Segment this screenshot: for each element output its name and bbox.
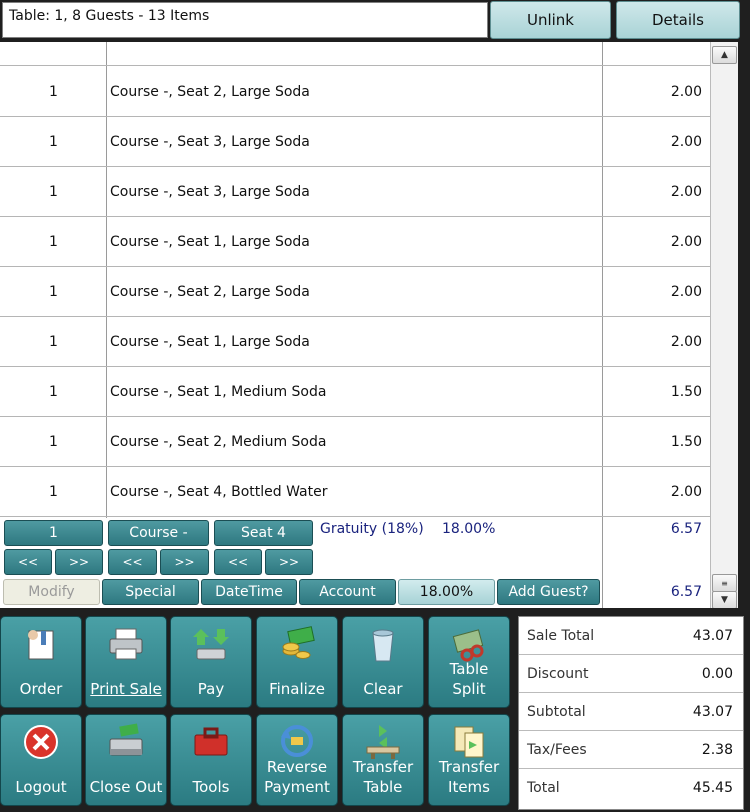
transfer-table-button[interactable]: Transfer Table	[342, 714, 424, 806]
gratuity-percent: 18.00%	[442, 521, 496, 537]
item-qty: 1	[49, 283, 58, 300]
item-description: Course -, Seat 1, Large Soda	[110, 233, 310, 250]
list-item[interactable]: 1 Course -, Seat 1, Medium Soda 1.50	[0, 367, 710, 417]
clear-button[interactable]: Clear	[342, 616, 424, 708]
list-item[interactable]: 1 Course -, Seat 3, Large Soda 2.00	[0, 167, 710, 217]
pay-button[interactable]: Pay	[170, 616, 252, 708]
account-button[interactable]: Account	[299, 579, 396, 605]
add-guest-button[interactable]: Add Guest?	[497, 579, 600, 605]
item-description: Course -, Seat 2, Large Soda	[110, 283, 310, 300]
item-qty: 1	[49, 483, 58, 500]
transfer-items-button[interactable]: Transfer Items	[428, 714, 510, 806]
scroll-gutter	[738, 42, 750, 608]
transfer-table-icon	[366, 725, 400, 759]
special-button[interactable]: Special	[102, 579, 199, 605]
trash-icon	[372, 629, 394, 662]
list-scrollbar[interactable]: ▲ ≡ ▼	[710, 42, 738, 609]
item-price: 2.00	[670, 83, 702, 100]
table-title: Table: 1, 8 Guests - 13 Items	[2, 2, 488, 38]
print-sale-button[interactable]: Print Sale	[85, 616, 167, 708]
subtotal-row: Subtotal 43.07	[519, 693, 743, 731]
list-item[interactable]: 1 Course -, Seat 3, Large Soda 2.00	[0, 117, 710, 167]
item-price: 2.00	[670, 483, 702, 500]
list-item[interactable]: 1 Course -, Seat 4, Bottled Water 2.00	[0, 467, 710, 517]
seat-selector[interactable]: Seat 4	[214, 520, 313, 546]
column-divider	[602, 518, 603, 608]
qty-selector[interactable]: 1	[4, 520, 103, 546]
details-button[interactable]: Details	[616, 1, 740, 39]
item-qty: 1	[49, 83, 58, 100]
item-qty: 1	[49, 333, 58, 350]
sale-total-row: Sale Total 43.07	[519, 617, 743, 655]
top-bar: Table: 1, 8 Guests - 13 Items Unlink Det…	[0, 0, 750, 42]
order-icon	[28, 630, 54, 660]
tax-row: Tax/Fees 2.38	[519, 731, 743, 769]
reverse-payment-button[interactable]: Reverse Payment	[256, 714, 338, 806]
close-out-button[interactable]: Close Out	[85, 714, 167, 806]
course-prev-button[interactable]: <<	[108, 549, 157, 575]
discount-row: Discount 0.00	[519, 655, 743, 693]
scroll-up-icon[interactable]: ▲	[712, 46, 737, 64]
pay-icon	[193, 629, 229, 660]
seat-next-button[interactable]: >>	[265, 549, 313, 575]
list-item-partial	[0, 42, 710, 66]
list-item[interactable]: 1 Course -, Seat 2, Medium Soda 1.50	[0, 417, 710, 467]
action-panel: Order Print Sale Pay Finalize Clear Tabl…	[0, 608, 750, 812]
modify-button[interactable]: Modify	[3, 579, 100, 605]
item-price: 2.00	[670, 133, 702, 150]
course-selector[interactable]: Course -	[108, 520, 209, 546]
total-row: Total 45.45	[527, 780, 733, 796]
item-price: 1.50	[670, 383, 702, 400]
scissors-icon	[452, 629, 484, 662]
qty-increase-button[interactable]: >>	[55, 549, 103, 575]
item-price: 2.00	[670, 183, 702, 200]
gratuity-percent-button[interactable]: 18.00%	[398, 579, 495, 605]
item-price: 1.50	[670, 433, 702, 450]
item-qty: 1	[49, 383, 58, 400]
list-item[interactable]: 1 Course -, Seat 2, Large Soda 2.00	[0, 267, 710, 317]
money-icon	[282, 626, 315, 659]
footer-amount: 6.57	[670, 584, 702, 600]
item-price: 2.00	[670, 333, 702, 350]
seat-prev-button[interactable]: <<	[214, 549, 262, 575]
list-item[interactable]: 1 Course -, Seat 1, Large Soda 2.00	[0, 217, 710, 267]
qty-decrease-button[interactable]: <<	[4, 549, 52, 575]
gratuity-amount: 6.57	[670, 521, 702, 537]
item-controls: 1 Course - Seat 4 Gratuity (18%) 18.00% …	[0, 518, 710, 608]
printer-icon	[109, 628, 143, 660]
item-description: Course -, Seat 2, Medium Soda	[110, 433, 327, 450]
item-description: Course -, Seat 3, Large Soda	[110, 183, 310, 200]
item-qty: 1	[49, 183, 58, 200]
tools-button[interactable]: Tools	[170, 714, 252, 806]
item-qty: 1	[49, 233, 58, 250]
item-qty: 1	[49, 433, 58, 450]
item-description: Course -, Seat 1, Large Soda	[110, 333, 310, 350]
datetime-button[interactable]: DateTime	[201, 579, 297, 605]
scroll-thumb-grip-icon[interactable]: ≡	[712, 574, 737, 592]
scroll-down-icon[interactable]: ▼	[712, 591, 737, 609]
gratuity-label: Gratuity (18%)	[320, 521, 424, 537]
transfer-items-icon	[454, 726, 484, 758]
order-button[interactable]: Order	[0, 616, 82, 708]
cash-drawer-icon	[109, 723, 143, 756]
item-description: Course -, Seat 1, Medium Soda	[110, 383, 327, 400]
item-qty: 1	[49, 133, 58, 150]
item-price: 2.00	[670, 233, 702, 250]
logout-button[interactable]: Logout	[0, 714, 82, 806]
ticket-item-list[interactable]: 1 Course -, Seat 2, Large Soda 2.00 1 Co…	[0, 42, 710, 518]
logout-icon	[24, 725, 58, 759]
table-split-button[interactable]: Table Split	[428, 616, 510, 708]
course-next-button[interactable]: >>	[160, 549, 209, 575]
item-description: Course -, Seat 2, Large Soda	[110, 83, 310, 100]
list-item[interactable]: 1 Course -, Seat 2, Large Soda 2.00	[0, 67, 710, 117]
finalize-button[interactable]: Finalize	[256, 616, 338, 708]
totals-panel: Sale Total 43.07 Discount 0.00 Subtotal …	[518, 616, 744, 810]
item-price: 2.00	[670, 283, 702, 300]
unlink-button[interactable]: Unlink	[490, 1, 611, 39]
toolbox-icon	[194, 727, 228, 756]
reverse-icon	[281, 725, 313, 757]
list-item[interactable]: 1 Course -, Seat 1, Large Soda 2.00	[0, 317, 710, 367]
item-description: Course -, Seat 4, Bottled Water	[110, 483, 328, 500]
item-description: Course -, Seat 3, Large Soda	[110, 133, 310, 150]
